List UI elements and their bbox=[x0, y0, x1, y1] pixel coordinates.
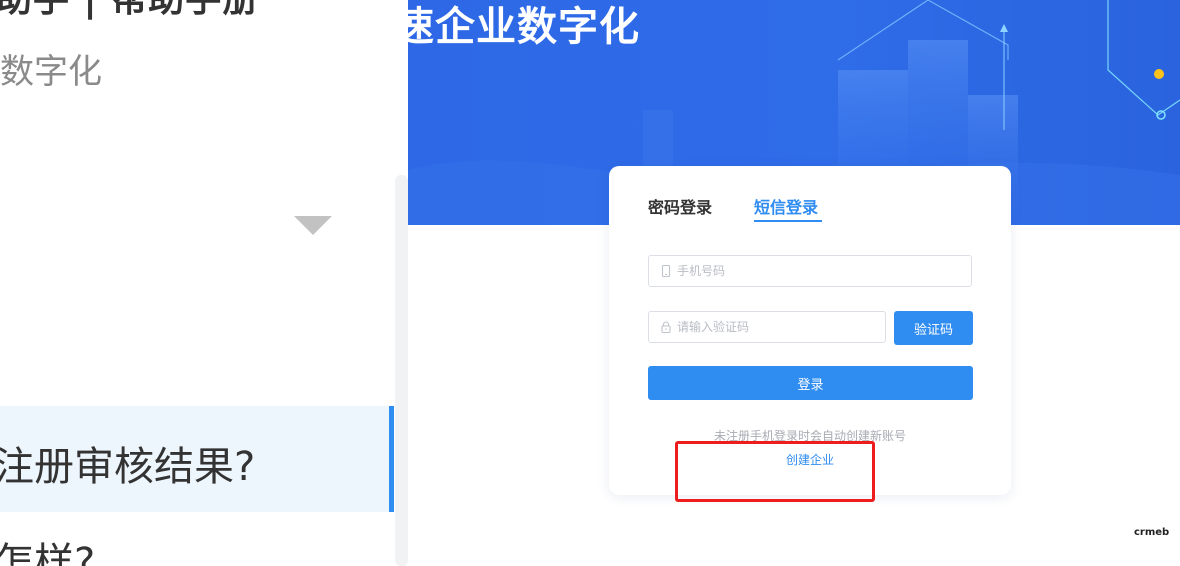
login-button[interactable]: 登录 bbox=[648, 366, 973, 400]
tab-password-login[interactable]: 密码登录 bbox=[648, 194, 712, 218]
faq-item-next[interactable]: 怎样? bbox=[0, 530, 95, 566]
tab-sms-login[interactable]: 短信登录 bbox=[754, 194, 818, 218]
auto-register-hint: 未注册手机登录时会自动创建新账号 bbox=[713, 429, 906, 443]
lock-icon bbox=[661, 321, 671, 334]
get-code-button[interactable]: 验证码 bbox=[894, 311, 973, 345]
banner-title: 速企业数字化 bbox=[408, 4, 640, 50]
doc-title: 助手 | 帮助手册 bbox=[0, 0, 259, 22]
scrollbar-track[interactable] bbox=[395, 175, 408, 566]
verification-code-input[interactable] bbox=[677, 312, 877, 342]
doc-subtitle: 数字化 bbox=[0, 52, 102, 92]
faq-item-active[interactable]: 注册审核结果? bbox=[0, 406, 394, 512]
phone-icon bbox=[661, 264, 671, 278]
faq-item-label: 注册审核结果? bbox=[0, 444, 256, 490]
login-card: 密码登录 短信登录 验证码 登录 未注册手机登录时会自动 bbox=[609, 166, 1011, 495]
brand-logo: crmeb bbox=[1134, 527, 1170, 538]
phone-field bbox=[648, 255, 972, 287]
active-tab-indicator bbox=[754, 220, 822, 222]
caret-down-icon[interactable] bbox=[294, 216, 332, 235]
screen: 助手 | 帮助手册 数字化 注册审核结果? 怎样? bbox=[0, 0, 1180, 566]
help-doc-panel: 助手 | 帮助手册 数字化 注册审核结果? 怎样? bbox=[0, 0, 408, 566]
phone-input[interactable] bbox=[677, 256, 877, 286]
create-enterprise-link[interactable]: 创建企业 bbox=[609, 451, 1011, 468]
login-page: 速企业数字化 密码登录 短信登录 验证码 bbox=[408, 0, 1180, 566]
code-field bbox=[648, 311, 886, 343]
